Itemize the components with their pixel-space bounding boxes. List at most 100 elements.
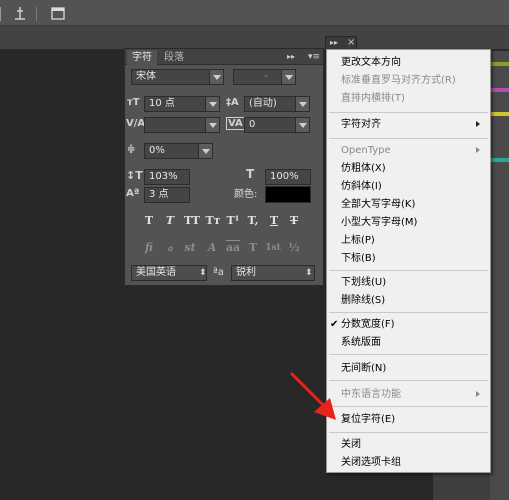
menu-separator: [329, 432, 488, 433]
tracking-field[interactable]: 0: [244, 117, 296, 133]
anchor-icon[interactable]: [15, 7, 25, 20]
baseline-shift-field[interactable]: 3 点: [144, 187, 190, 203]
horizontal-scale-icon: T: [246, 167, 255, 181]
faux-italic-button[interactable]: T: [162, 214, 178, 228]
menu-item-no-break[interactable]: 无间断(N): [341, 360, 486, 377]
menu-separator: [329, 138, 488, 139]
submenu-arrow-icon: [476, 121, 480, 127]
anti-alias-select-arrows: ⬍: [305, 268, 313, 278]
menu-item-strikethrough[interactable]: 删除线(S): [341, 292, 486, 309]
menu-item-close[interactable]: 关闭: [341, 436, 486, 453]
tracking-dropdown[interactable]: [295, 117, 310, 133]
anti-alias-select[interactable]: 锐利: [231, 265, 315, 281]
font-size-field[interactable]: 10 点: [144, 96, 206, 112]
anti-alias-icon: ªa: [213, 267, 224, 278]
kerning-field[interactable]: [144, 117, 206, 133]
font-family-dropdown[interactable]: [209, 69, 224, 85]
contextual-alternates-button[interactable]: ℴ: [162, 241, 178, 255]
menu-item-system-layout[interactable]: 系统版面: [341, 334, 486, 351]
titling-alternates-button[interactable]: T: [245, 241, 261, 255]
tsume-dropdown[interactable]: [198, 143, 213, 159]
menu-separator: [329, 406, 488, 407]
menu-item-all-caps[interactable]: 全部大写字母(K): [341, 196, 486, 213]
horizontal-scale-field[interactable]: 100%: [265, 169, 311, 185]
color-label: 颜色:: [234, 189, 258, 200]
all-caps-button[interactable]: TT: [182, 214, 202, 228]
panel-group-header: ▸▸ ×: [325, 36, 357, 50]
panel-tab-bar: 字符 段落 ▸▸ ▾≡: [125, 49, 323, 65]
small-caps-button[interactable]: Tт: [204, 214, 222, 228]
menu-item-middle-eastern-features[interactable]: 中东语言功能: [341, 386, 486, 403]
tab-paragraph[interactable]: 段落: [159, 50, 189, 65]
baseline-shift-icon: Aª: [126, 188, 140, 199]
collapse-icon[interactable]: ▸▸: [330, 37, 338, 49]
font-style-dropdown[interactable]: [281, 69, 296, 85]
panel-collapse-icon[interactable]: ▸▸: [287, 51, 295, 63]
close-icon[interactable]: ×: [347, 37, 355, 49]
tab-character[interactable]: 字符: [127, 50, 157, 65]
checkmark-icon: ✔: [330, 319, 339, 330]
dock-swatch: [490, 158, 509, 162]
menu-item-underline[interactable]: 下划线(U): [341, 274, 486, 291]
discretionary-ligatures-button[interactable]: st: [182, 241, 198, 255]
menu-separator: [329, 312, 488, 313]
menu-item-superscript[interactable]: 上标(P): [341, 232, 486, 249]
menu-item-character-alignment[interactable]: 字符对齐: [341, 116, 486, 133]
tsume-field[interactable]: 0%: [144, 143, 202, 159]
tracking-icon: VA: [226, 117, 245, 130]
right-dock-strip: [490, 51, 509, 500]
menu-separator: [329, 380, 488, 381]
ordinals-button[interactable]: 1st: [265, 241, 281, 255]
text-color-swatch[interactable]: [265, 186, 311, 203]
vertical-scale-field[interactable]: 103%: [144, 169, 190, 185]
superscript-button[interactable]: T¹: [225, 214, 241, 228]
underline-button[interactable]: T: [266, 214, 282, 228]
language-select[interactable]: 美国英语: [131, 265, 207, 281]
menu-item-faux-bold[interactable]: 仿粗体(X): [341, 160, 486, 177]
character-panel: 字符 段落 ▸▸ ▾≡ 宋体 - ᴛT 10 点 ‡A (自动) V/A VA …: [124, 48, 324, 286]
menu-separator: [329, 354, 488, 355]
leading-dropdown[interactable]: [295, 96, 310, 112]
submenu-arrow-icon: [476, 391, 480, 397]
language-select-arrows: ⬍: [199, 268, 207, 278]
tsume-icon: ≑: [127, 144, 136, 155]
dock-swatch: [490, 112, 509, 116]
font-size-dropdown[interactable]: [205, 96, 220, 112]
annotation-arrow-icon: [290, 372, 336, 420]
font-size-icon: ᴛT: [127, 97, 140, 108]
menu-item-faux-italic[interactable]: 仿斜体(I): [341, 178, 486, 195]
vertical-scale-icon: ↕T: [126, 169, 143, 182]
menu-item-tate-chu-yoko[interactable]: 直排内横排(T): [341, 90, 486, 107]
panels-icon[interactable]: [51, 7, 65, 20]
stylistic-alternates-button[interactable]: aa: [224, 241, 242, 255]
subscript-button[interactable]: T,: [245, 214, 261, 228]
fractions-button[interactable]: ½: [286, 241, 302, 255]
swash-button[interactable]: A: [204, 241, 220, 255]
dock-swatch: [490, 88, 509, 92]
leading-icon: ‡A: [226, 97, 239, 108]
kerning-icon: V/A: [126, 118, 146, 129]
kerning-dropdown[interactable]: [205, 117, 220, 133]
menu-separator: [329, 112, 488, 113]
font-family-field[interactable]: 宋体: [131, 69, 211, 85]
submenu-arrow-icon: [476, 147, 480, 153]
menu-separator: [329, 270, 488, 271]
strikethrough-button[interactable]: T: [286, 214, 302, 228]
menu-item-close-tab-group[interactable]: 关闭选项卡组: [341, 454, 486, 471]
dock-swatch: [490, 62, 509, 66]
menu-item-reset-character[interactable]: 复位字符(E): [341, 411, 486, 428]
panel-menu-icon[interactable]: ▾≡: [308, 51, 320, 63]
faux-bold-button[interactable]: T: [141, 214, 157, 228]
character-panel-flyout-menu: 更改文本方向 标准垂直罗马对齐方式(R) 直排内横排(T) 字符对齐 OpenT…: [326, 49, 491, 473]
ligatures-button[interactable]: fi: [141, 241, 157, 255]
options-bar: [0, 26, 509, 50]
menu-item-standard-vertical-roman[interactable]: 标准垂直罗马对齐方式(R): [341, 72, 486, 89]
toolbar-icons: [0, 7, 65, 21]
menu-item-fractional-widths[interactable]: ✔ 分数宽度(F): [330, 316, 486, 333]
menu-item-subscript[interactable]: 下标(B): [341, 250, 486, 267]
menu-item-opentype[interactable]: OpenType: [341, 142, 486, 159]
menu-item-small-caps[interactable]: 小型大写字母(M): [341, 214, 486, 231]
app-top-bar: [0, 0, 509, 26]
menu-item-change-text-orientation[interactable]: 更改文本方向: [341, 54, 486, 71]
leading-field[interactable]: (自动): [244, 96, 296, 112]
